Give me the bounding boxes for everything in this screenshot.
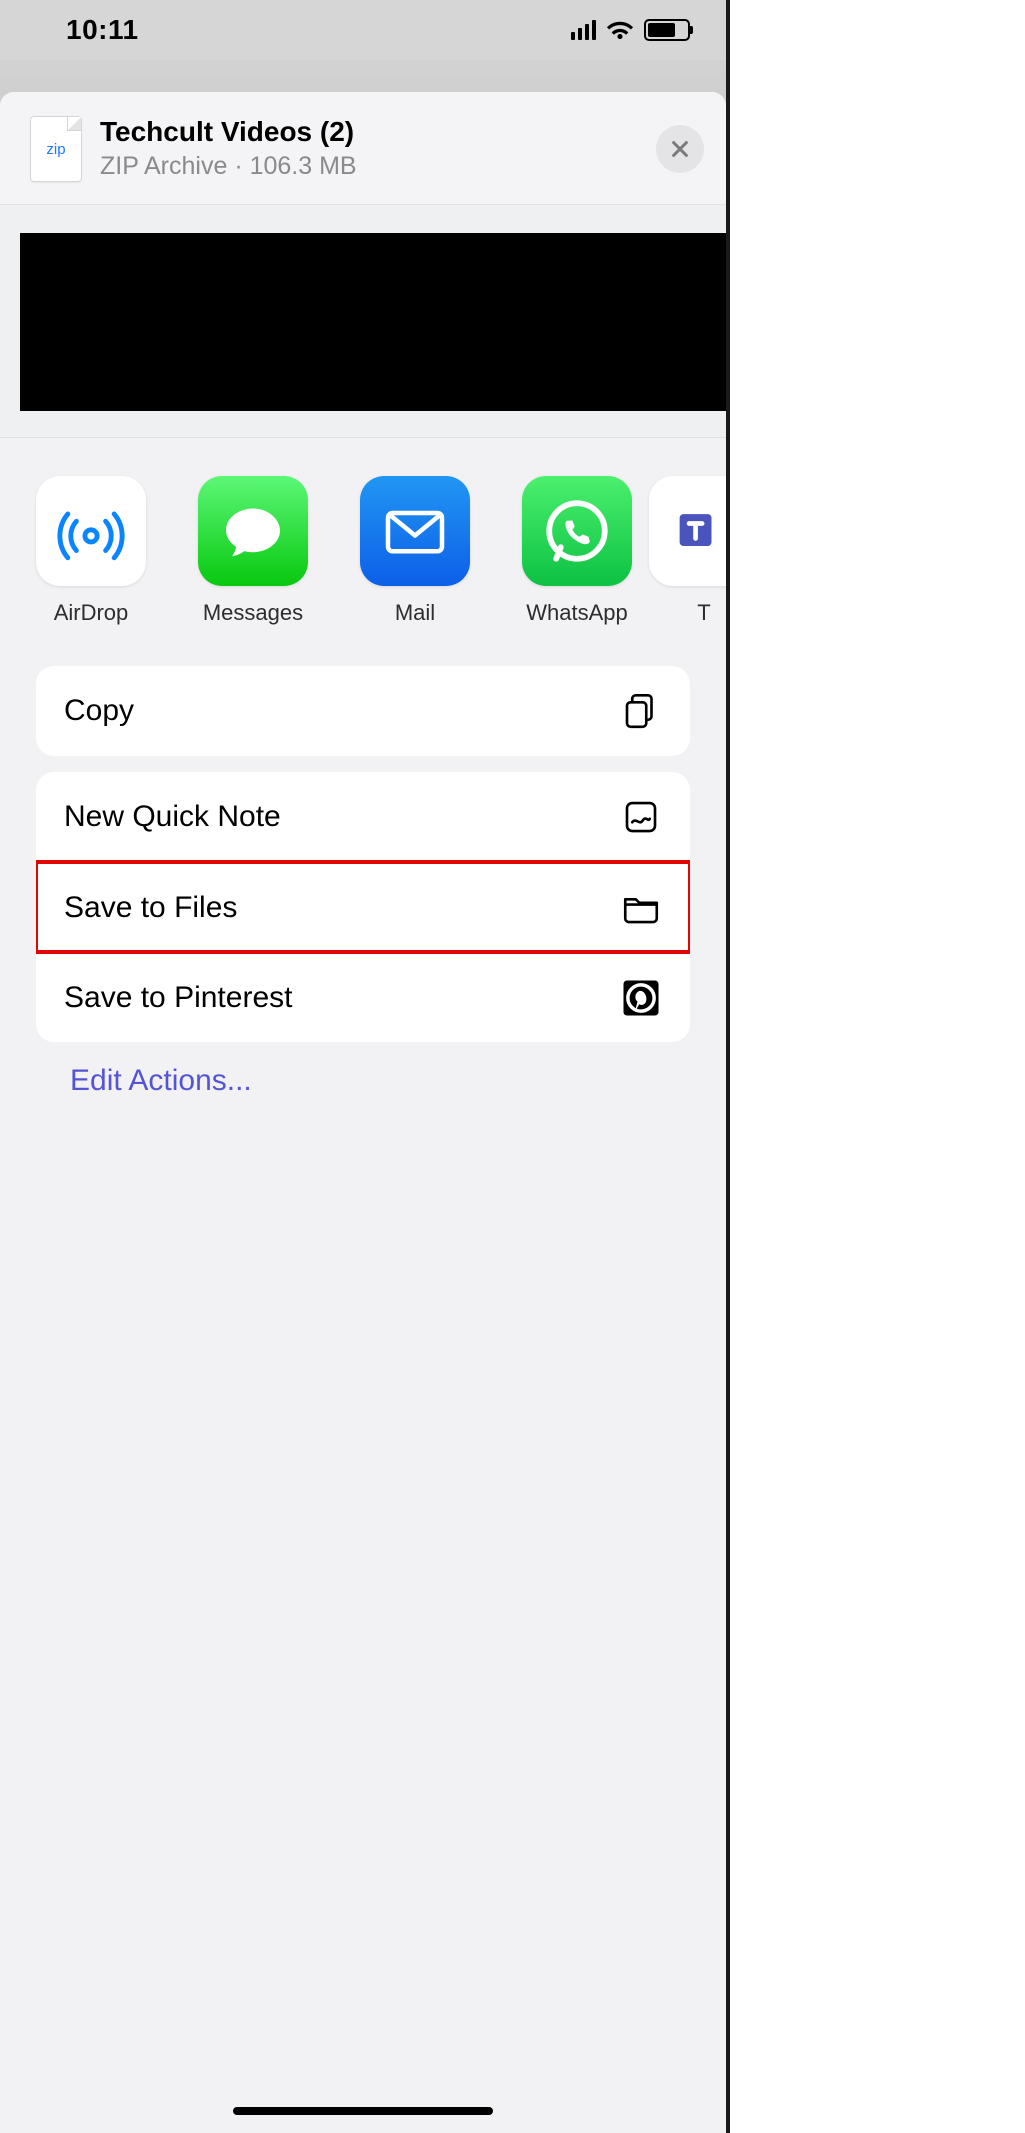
file-badge: zip — [46, 141, 65, 158]
device-edge — [726, 0, 730, 2133]
edit-actions-link[interactable]: Edit Actions... — [70, 1064, 252, 1097]
action-group-copy: Copy — [36, 666, 690, 756]
action-new-quick-note[interactable]: New Quick Note — [36, 772, 690, 862]
edit-actions-row: Edit Actions... — [0, 1042, 726, 1098]
action-save-to-files[interactable]: Save to Files — [36, 862, 690, 952]
teams-icon — [649, 476, 726, 586]
preview-thumbnail — [20, 233, 726, 411]
airdrop-icon — [36, 476, 146, 586]
action-save-to-pinterest[interactable]: Save to Pinterest — [36, 952, 690, 1042]
mail-icon — [360, 476, 470, 586]
status-indicators — [571, 17, 690, 44]
status-time: 10:11 — [66, 14, 139, 46]
pinterest-icon — [620, 977, 662, 1019]
share-app-teams[interactable]: T — [684, 476, 724, 626]
share-app-whatsapp[interactable]: WhatsApp — [522, 476, 632, 626]
action-label: Save to Pinterest — [64, 981, 292, 1015]
action-label: New Quick Note — [64, 800, 281, 834]
wifi-icon — [606, 17, 634, 44]
share-app-messages[interactable]: Messages — [198, 476, 308, 626]
close-button[interactable] — [656, 125, 704, 173]
preview-strip — [0, 205, 726, 438]
share-header: zip Techcult Videos (2) ZIP Archive · 10… — [0, 92, 726, 205]
cellular-icon — [571, 20, 596, 40]
share-app-airdrop[interactable]: AirDrop — [36, 476, 146, 626]
action-copy[interactable]: Copy — [36, 666, 690, 756]
file-thumbnail: zip — [30, 116, 82, 182]
file-name: Techcult Videos (2) — [100, 117, 656, 148]
action-label: Save to Files — [64, 891, 237, 925]
folder-icon — [620, 887, 662, 929]
status-bar: 10:11 — [0, 0, 726, 60]
share-app-label: T — [697, 600, 710, 626]
share-apps-row[interactable]: AirDrop Messages Mail WhatsApp — [0, 438, 726, 666]
file-subtitle: ZIP Archive · 106.3 MB — [100, 152, 656, 181]
messages-icon — [198, 476, 308, 586]
close-icon — [669, 138, 691, 160]
phone-frame: 10:11 zip Techcult Videos (2) ZIP Archiv… — [0, 0, 726, 2133]
battery-icon — [644, 19, 690, 41]
share-app-label: WhatsApp — [526, 600, 628, 626]
action-label: Copy — [64, 694, 134, 728]
share-app-label: AirDrop — [54, 600, 129, 626]
home-indicator[interactable] — [233, 2107, 493, 2115]
whatsapp-icon — [522, 476, 632, 586]
share-app-label: Mail — [395, 600, 435, 626]
share-app-mail[interactable]: Mail — [360, 476, 470, 626]
share-sheet: zip Techcult Videos (2) ZIP Archive · 10… — [0, 92, 726, 2133]
copy-icon — [620, 690, 662, 732]
action-group-main: New Quick Note Save to Files Save to Pin… — [36, 772, 690, 1042]
quicknote-icon — [620, 796, 662, 838]
share-app-label: Messages — [203, 600, 303, 626]
